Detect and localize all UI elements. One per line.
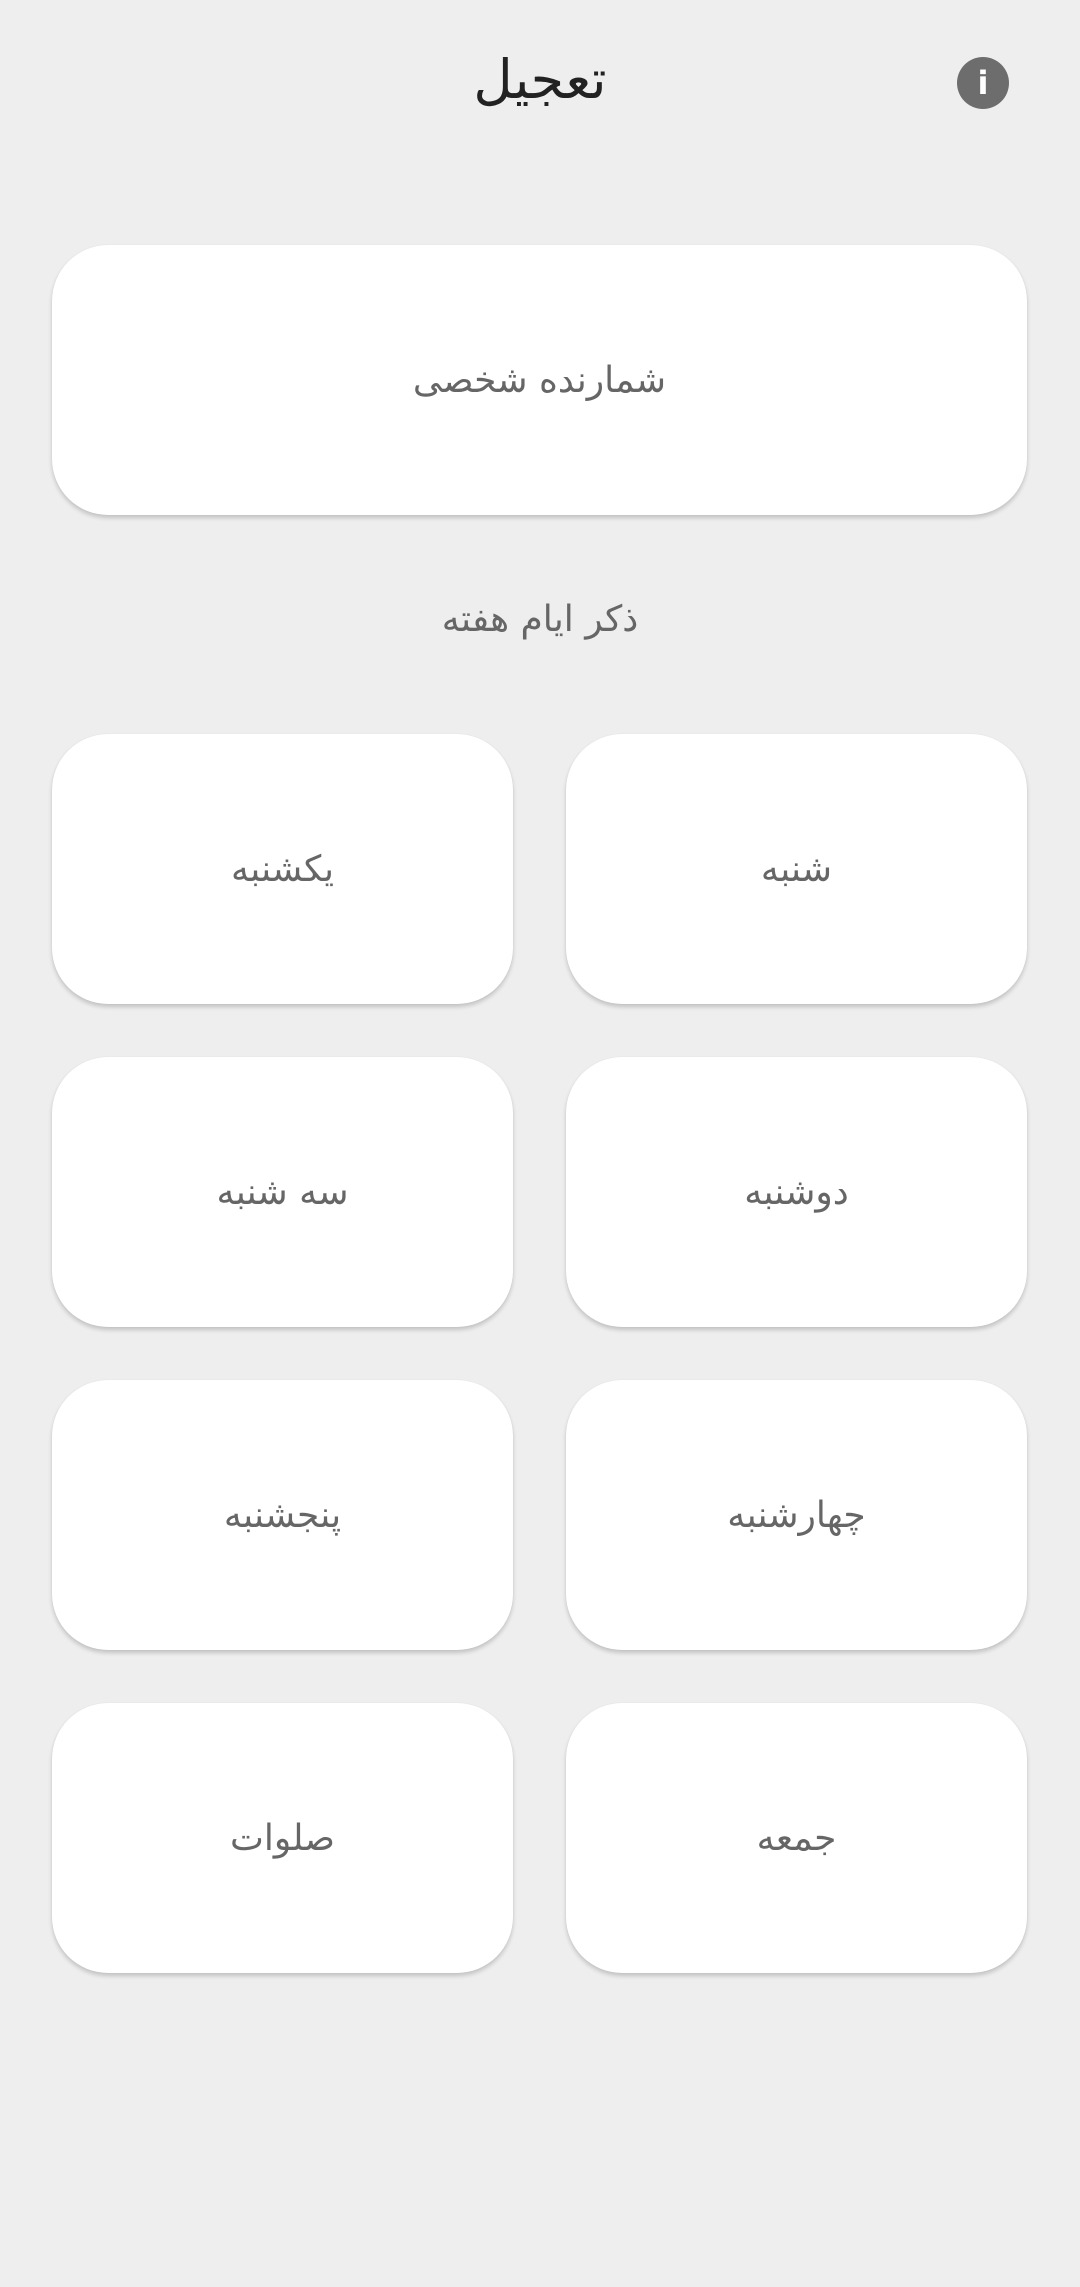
day-card-label: پنجشنبه bbox=[223, 1494, 342, 1536]
day-card-label: صلوات bbox=[230, 1817, 335, 1859]
day-card-wednesday[interactable]: چهارشنبه bbox=[566, 1380, 1027, 1650]
day-card-label: دوشنبه bbox=[744, 1171, 849, 1213]
day-card-friday[interactable]: جمعه bbox=[566, 1703, 1027, 1973]
day-card-tuesday[interactable]: سه شنبه bbox=[52, 1057, 513, 1327]
info-icon: i bbox=[977, 64, 989, 102]
salawat-card[interactable]: صلوات bbox=[52, 1703, 513, 1973]
info-button[interactable]: i bbox=[957, 57, 1009, 109]
page-title: تعجیل bbox=[473, 48, 607, 111]
personal-counter-card[interactable]: شمارنده شخصی bbox=[52, 245, 1027, 515]
weekday-dhikr-section-title: ذکر ایام هفته bbox=[441, 599, 639, 640]
day-card-label: سه شنبه bbox=[216, 1171, 349, 1213]
day-card-monday[interactable]: دوشنبه bbox=[566, 1057, 1027, 1327]
day-card-saturday[interactable]: شنبه bbox=[566, 734, 1027, 1004]
day-card-thursday[interactable]: پنجشنبه bbox=[52, 1380, 513, 1650]
day-card-sunday[interactable]: یکشنبه bbox=[52, 734, 513, 1004]
app-header: تعجیل i bbox=[0, 0, 1080, 165]
day-card-label: چهارشنبه bbox=[727, 1494, 866, 1536]
day-card-label: یکشنبه bbox=[230, 848, 335, 890]
day-card-label: جمعه bbox=[756, 1817, 837, 1859]
day-card-label: شنبه bbox=[760, 848, 833, 890]
personal-counter-label: شمارنده شخصی bbox=[412, 359, 667, 401]
